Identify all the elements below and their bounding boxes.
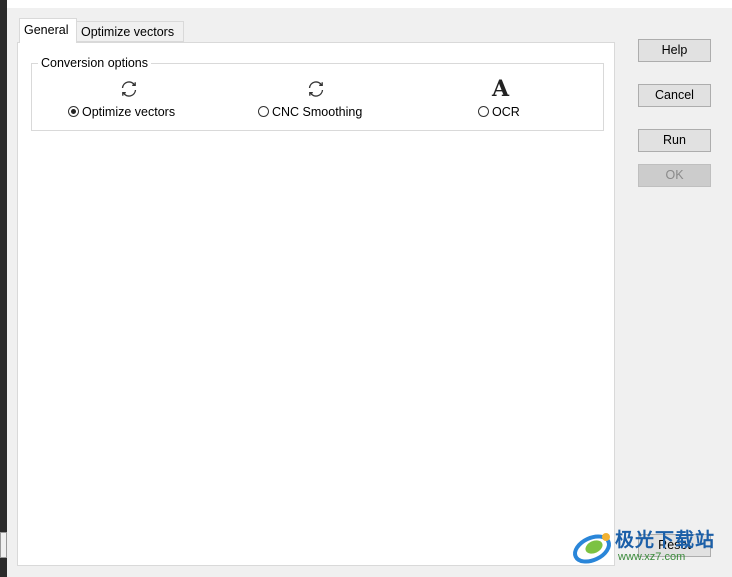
help-button[interactable]: Help <box>638 39 711 62</box>
cancel-button[interactable]: Cancel <box>638 84 711 107</box>
background-window-control <box>0 532 7 558</box>
conversion-options-legend: Conversion options <box>38 56 152 70</box>
watermark-logo-icon <box>573 533 611 564</box>
background-window-edge <box>0 0 7 577</box>
run-button[interactable]: Run <box>638 129 711 152</box>
ocr-radio[interactable] <box>478 106 489 117</box>
tab-general[interactable]: General <box>19 18 77 43</box>
refresh-icon <box>306 80 326 101</box>
ok-button: OK <box>638 164 711 187</box>
option-ocr-radio-row[interactable]: OCR <box>478 105 520 119</box>
watermark-url: www.xz7.com <box>618 551 686 563</box>
option-cnc-smoothing-radio-row[interactable]: CNC Smoothing <box>258 105 362 119</box>
refresh-icon <box>119 80 139 101</box>
ocr-letter-a-icon: A <box>492 76 510 102</box>
option-optimize-vectors-radio-row[interactable]: Optimize vectors <box>68 105 175 119</box>
conversion-options-group: Conversion options Optimize vectors CNC … <box>31 56 604 131</box>
tab-panel-general: Conversion options Optimize vectors CNC … <box>17 42 615 566</box>
conversion-dialog: General Optimize vectors Conversion opti… <box>7 8 732 577</box>
watermark: 极光下载站 www.xz7.com <box>570 523 730 571</box>
optimize-vectors-radio[interactable] <box>68 106 79 117</box>
cnc-smoothing-radio[interactable] <box>258 106 269 117</box>
watermark-text: 极光下载站 <box>615 530 716 551</box>
cnc-smoothing-label: CNC Smoothing <box>272 105 363 119</box>
ocr-label: OCR <box>492 105 520 119</box>
optimize-vectors-label: Optimize vectors <box>82 105 176 119</box>
tab-optimize-vectors[interactable]: Optimize vectors <box>77 21 184 42</box>
